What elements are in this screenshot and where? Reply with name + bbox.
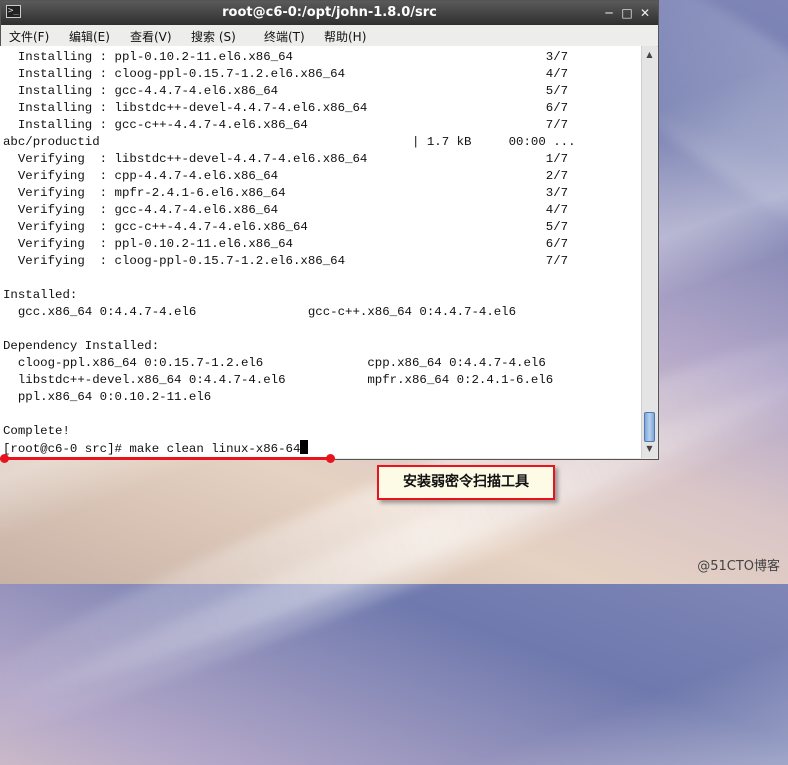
menu-terminal[interactable]: 终端(T) xyxy=(264,28,305,45)
terminal-line: abc/productid | 1.7 kB 00:00 ... xyxy=(3,135,576,149)
title-bar[interactable]: >_ root@c6-0:/opt/john-1.8.0/src ─ □ ✕ xyxy=(1,1,658,25)
terminal-line: Verifying : cpp-4.4.7-4.el6.x86_64 2/7 xyxy=(17,169,569,183)
terminal-line: Verifying : libstdc++-devel-4.4.7-4.el6.… xyxy=(17,152,569,166)
terminal-output[interactable]: Installing : ppl-0.10.2-11.el6.x86_64 3/… xyxy=(0,46,641,458)
terminal-line: Installing : gcc-c++-4.4.7-4.el6.x86_64 … xyxy=(17,118,569,132)
menu-help[interactable]: 帮助(H) xyxy=(324,28,366,45)
text-cursor xyxy=(300,440,309,454)
scroll-down-arrow-icon[interactable]: ▼ xyxy=(642,442,657,456)
watermark: @51CTO博客 xyxy=(697,559,780,574)
terminal-line: ppl.x86_64 0:0.10.2-11.el6 xyxy=(17,390,212,404)
maximize-button[interactable]: □ xyxy=(620,6,634,20)
menu-edit[interactable]: 编辑(E) xyxy=(69,28,110,45)
command-prompt: [root@c6-0 src]# make clean linux-x86-64 xyxy=(3,442,301,456)
terminal-line: Verifying : gcc-4.4.7-4.el6.x86_64 4/7 xyxy=(17,203,569,217)
terminal-line: Dependency Installed: xyxy=(3,339,160,353)
minimize-button[interactable]: ─ xyxy=(602,6,616,20)
highlight-dot-right xyxy=(326,454,335,463)
terminal-line: Verifying : gcc-c++-4.4.7-4.el6.x86_64 5… xyxy=(17,220,569,234)
terminal-line: Installing : cloog-ppl-0.15.7-1.2.el6.x8… xyxy=(17,67,569,81)
window-title: root@c6-0:/opt/john-1.8.0/src xyxy=(222,5,437,20)
close-button[interactable]: ✕ xyxy=(638,6,652,20)
terminal-line: libstdc++-devel.x86_64 0:4.4.7-4.el6 mpf… xyxy=(17,373,554,387)
annotation-callout: 安装弱密令扫描工具 xyxy=(377,465,555,500)
terminal-line: Verifying : ppl-0.10.2-11.el6.x86_64 6/7 xyxy=(17,237,569,251)
scrollbar-thumb[interactable] xyxy=(644,412,655,442)
terminal-line: Complete! xyxy=(3,424,70,438)
terminal-line: Installing : libstdc++-devel-4.4.7-4.el6… xyxy=(17,101,569,115)
terminal-lines: Installing : ppl-0.10.2-11.el6.x86_64 3/… xyxy=(0,46,641,458)
terminal-line: Installed: xyxy=(3,288,78,302)
vertical-scrollbar[interactable]: ▲ ▼ xyxy=(641,46,657,458)
terminal-line: gcc.x86_64 0:4.4.7-4.el6 gcc-c++.x86_64 … xyxy=(17,305,517,319)
terminal-line: Installing : ppl-0.10.2-11.el6.x86_64 3/… xyxy=(17,50,569,64)
terminal-line: Installing : gcc-4.4.7-4.el6.x86_64 5/7 xyxy=(17,84,569,98)
scroll-up-arrow-icon[interactable]: ▲ xyxy=(642,48,657,62)
terminal-line: Verifying : mpfr-2.4.1-6.el6.x86_64 3/7 xyxy=(17,186,569,200)
terminal-line: Verifying : cloog-ppl-0.15.7-1.2.el6.x86… xyxy=(17,254,569,268)
menu-search[interactable]: 搜索 (S) xyxy=(191,28,236,45)
menu-file[interactable]: 文件(F) xyxy=(9,28,49,45)
menu-view[interactable]: 查看(V) xyxy=(130,28,172,45)
highlight-dot-left xyxy=(0,454,9,463)
terminal-line: cloog-ppl.x86_64 0:0.15.7-1.2.el6 cpp.x8… xyxy=(17,356,546,370)
menu-bar: 文件(F) 编辑(E) 查看(V) 搜索 (S) 终端(T) 帮助(H) xyxy=(1,25,658,47)
highlight-underline xyxy=(5,457,330,460)
